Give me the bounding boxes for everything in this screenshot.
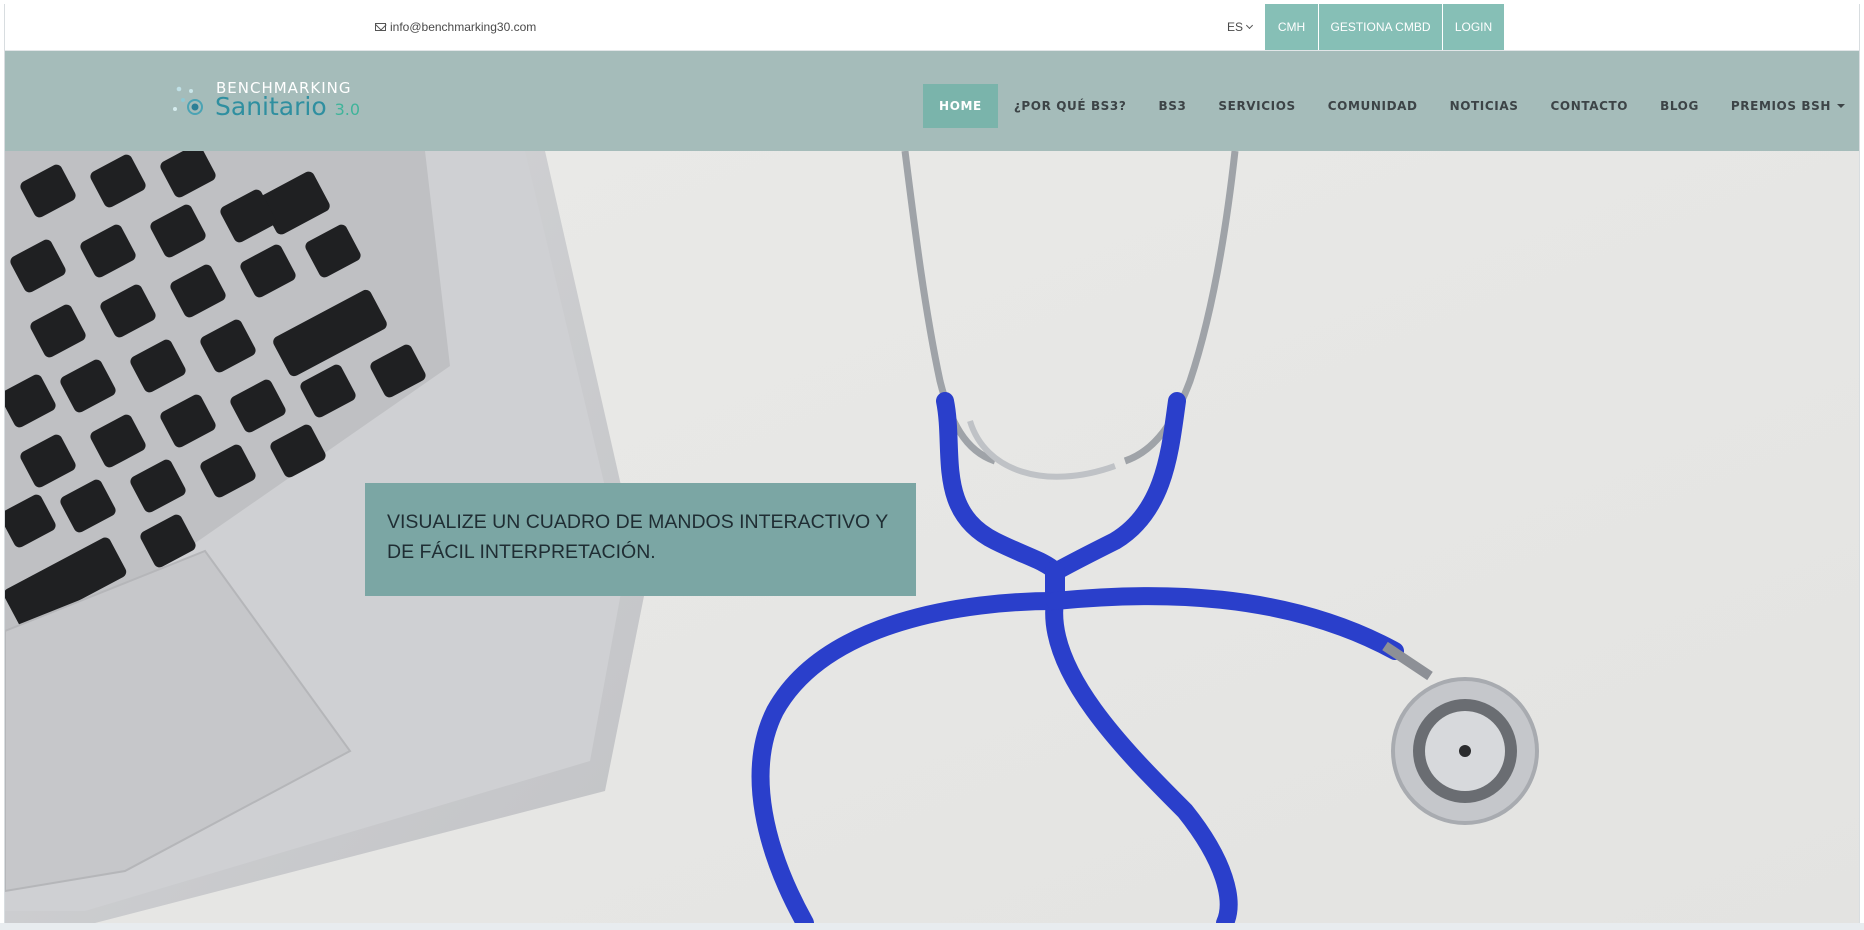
hero-banner: VISUALIZE UN CUADRO DE MANDOS INTERACTIV… — [5, 151, 1859, 923]
main-header: BENCHMARKING Sanitario 3.0 HOME ¿POR QUÉ… — [5, 51, 1859, 151]
login-button[interactable]: LOGIN — [1443, 4, 1504, 50]
hero-photo — [5, 151, 1859, 923]
primary-navigation: HOME ¿POR QUÉ BS3? BS3 SERVICIOS COMUNID… — [923, 84, 1859, 128]
nav-item-contacto[interactable]: CONTACTO — [1534, 84, 1644, 128]
hero-caption-text: VISUALIZE UN CUADRO DE MANDOS INTERACTIV… — [387, 511, 888, 563]
caret-down-icon — [1837, 104, 1845, 108]
nav-item-bs3[interactable]: BS3 — [1142, 84, 1202, 128]
logo-text-sanitario-word: Sanitario — [215, 92, 327, 121]
cmh-button[interactable]: CMH — [1265, 4, 1318, 50]
chevron-down-icon — [1245, 21, 1254, 30]
nav-item-servicios[interactable]: SERVICIOS — [1202, 84, 1311, 128]
contact-email[interactable]: info@benchmarking30.com — [375, 20, 536, 34]
top-utility-bar: info@benchmarking30.com ES CMH GESTIONA … — [5, 4, 1859, 51]
logo-dots-icon — [173, 86, 203, 115]
nav-item-noticias[interactable]: NOTICIAS — [1434, 84, 1535, 128]
gestiona-cmbd-button[interactable]: GESTIONA CMBD — [1319, 4, 1442, 50]
language-selector[interactable]: ES — [1227, 20, 1254, 34]
logo-version: 3.0 — [334, 100, 361, 119]
nav-item-comunidad[interactable]: COMUNIDAD — [1312, 84, 1434, 128]
nav-item-por-que-bs3[interactable]: ¿POR QUÉ BS3? — [998, 84, 1143, 128]
nav-item-blog[interactable]: BLOG — [1644, 84, 1715, 128]
nav-item-premios-bsh[interactable]: PREMIOS BSH — [1715, 84, 1859, 128]
envelope-icon — [375, 23, 386, 31]
nav-item-premios-bsh-label: PREMIOS BSH — [1730, 99, 1831, 113]
hero-caption-box: VISUALIZE UN CUADRO DE MANDOS INTERACTIV… — [365, 483, 916, 596]
logo-text-sanitario: Sanitario 3.0 — [215, 92, 360, 121]
language-label: ES — [1227, 20, 1244, 34]
browser-viewport: info@benchmarking30.com ES CMH GESTIONA … — [4, 4, 1860, 923]
site-logo[interactable]: BENCHMARKING Sanitario 3.0 — [171, 77, 371, 125]
window-bottom-edge — [0, 923, 1864, 930]
contact-email-text[interactable]: info@benchmarking30.com — [390, 20, 536, 34]
nav-item-home[interactable]: HOME — [923, 84, 998, 128]
